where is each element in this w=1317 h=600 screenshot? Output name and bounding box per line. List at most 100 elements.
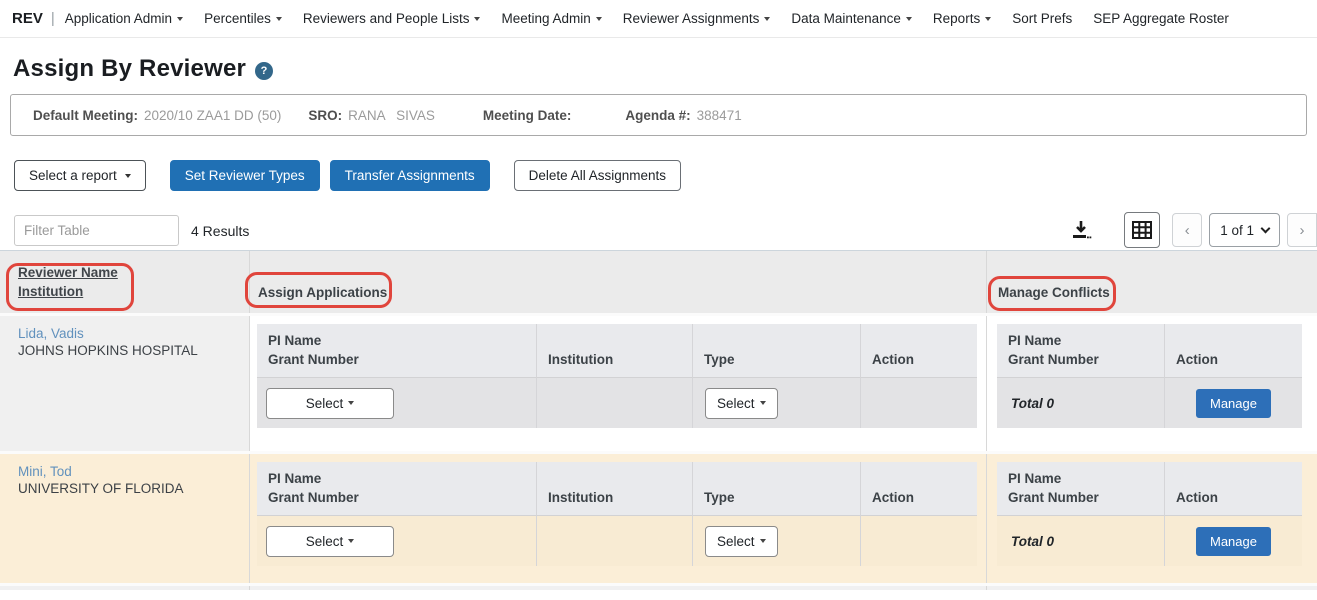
institution-cell: [537, 516, 693, 566]
nav-item-data-maintenance[interactable]: Data Maintenance: [791, 11, 912, 26]
institution-column-header: Institution: [537, 462, 693, 516]
reviewer-header-cell: Reviewer Name Institution: [0, 251, 250, 313]
meeting-date-label: Meeting Date:: [483, 108, 572, 123]
nav-item-sep-aggregate-roster[interactable]: SEP Aggregate Roster: [1093, 11, 1229, 26]
chevron-down-icon: [760, 401, 766, 405]
next-page-button[interactable]: ›: [1287, 213, 1317, 247]
chevron-down-icon: [474, 17, 480, 21]
assign-applications-header-cell: Assign Applications: [250, 251, 987, 313]
applications-subtable: PI Name Grant Number Institution Type Ac…: [257, 462, 977, 566]
manage-conflicts-cell: PI Name Grant Number Action Total 0 Mana…: [987, 454, 1317, 583]
manage-conflicts-button[interactable]: Manage: [1196, 389, 1271, 418]
pi-grant-column-header: PI Name Grant Number: [997, 462, 1165, 516]
reviewer-name-link[interactable]: Lida, Vadis: [18, 326, 84, 341]
meeting-info-bar: Default Meeting: 2020/10 ZAA1 DD (50) SR…: [10, 94, 1307, 136]
action-column-header: Action: [861, 462, 977, 516]
pi-grant-cell: Select: [257, 378, 537, 428]
conflicts-subtable: PI Name Grant Number Action Total 0 Mana…: [997, 324, 1302, 428]
table-row: Lida, Vadis JOHNS HOPKINS HOSPITAL PI Na…: [0, 313, 1317, 451]
default-meeting-label: Default Meeting:: [33, 108, 138, 123]
nav-divider: |: [51, 10, 55, 27]
meeting-date-field: Meeting Date:: [483, 108, 578, 123]
type-cell: Select: [693, 516, 861, 566]
chevron-down-icon: [177, 17, 183, 21]
manage-conflicts-header: Manage Conflicts: [998, 285, 1110, 300]
download-icon[interactable]: [1068, 217, 1094, 243]
nav-item-application-admin[interactable]: Application Admin: [65, 11, 183, 26]
transfer-assignments-button[interactable]: Transfer Assignments: [330, 160, 490, 191]
action-column-header: Action: [1165, 462, 1302, 516]
assign-applications-cell: PI Name Grant Number Institution Type Ac…: [250, 316, 987, 451]
nav-item-reports[interactable]: Reports: [933, 11, 991, 26]
type-cell: Select: [693, 378, 861, 428]
subtable-header-row: PI Name Grant Number Institution Type Ac…: [257, 324, 977, 378]
reviewer-cell: Mini, Tod UNIVERSITY OF FLORIDA: [0, 454, 250, 583]
delete-all-assignments-button[interactable]: Delete All Assignments: [514, 160, 681, 191]
sro-field: SRO: RANA SIVAS: [308, 108, 435, 123]
conflicts-action-cell: Manage: [1165, 378, 1302, 428]
chevron-down-icon: [348, 539, 354, 543]
previous-page-button[interactable]: ‹: [1172, 213, 1202, 247]
reviewer-name-link[interactable]: Mini, Tod: [18, 464, 72, 479]
table-header-row: Reviewer Name Institution Assign Applica…: [0, 251, 1317, 313]
action-column-header: Action: [861, 324, 977, 378]
type-column-header: Type: [693, 462, 861, 516]
default-meeting-field: Default Meeting: 2020/10 ZAA1 DD (50): [33, 108, 281, 123]
conflicts-subtable: PI Name Grant Number Action Total 0 Mana…: [997, 462, 1302, 566]
application-select-dropdown[interactable]: Select: [266, 526, 394, 557]
action-column-header: Action: [1165, 324, 1302, 378]
pi-grant-cell: Select: [257, 516, 537, 566]
agenda-field: Agenda #: 388471: [625, 108, 741, 123]
conflicts-total: Total 0: [997, 396, 1054, 411]
reviewer-institution: JOHNS HOPKINS HOSPITAL: [18, 343, 249, 358]
pi-grant-column-header: PI Name Grant Number: [257, 462, 537, 516]
type-column-header: Type: [693, 324, 861, 378]
institution-cell: [537, 378, 693, 428]
application-select-dropdown[interactable]: Select: [266, 388, 394, 419]
assign-applications-header: Assign Applications: [258, 285, 387, 300]
sro-value: RANA SIVAS: [348, 108, 435, 123]
top-nav: REV | Application Admin Percentiles Revi…: [0, 0, 1317, 38]
help-icon[interactable]: ?: [255, 62, 273, 80]
page-select[interactable]: 1 of 1: [1209, 213, 1280, 247]
chevron-down-icon: [348, 401, 354, 405]
sort-reviewer-name-link[interactable]: Reviewer Name: [18, 263, 118, 282]
table-row: Mini, Tod UNIVERSITY OF FLORIDA PI Name …: [0, 451, 1317, 583]
nav-item-sort-prefs[interactable]: Sort Prefs: [1012, 11, 1072, 26]
subtable-body-row: Select Select: [257, 516, 977, 566]
chevron-down-icon: [1261, 223, 1271, 233]
select-report-dropdown[interactable]: Select a report: [14, 160, 146, 191]
action-cell: [861, 516, 977, 566]
filter-table-input[interactable]: [14, 215, 179, 246]
assign-applications-cell: PI Name Grant Number Institution Type Ac…: [250, 454, 987, 583]
manage-conflicts-header-cell: Manage Conflicts: [987, 251, 1317, 313]
nav-item-reviewer-assignments[interactable]: Reviewer Assignments: [623, 11, 771, 26]
nav-item-reviewers-people-lists[interactable]: Reviewers and People Lists: [303, 11, 481, 26]
nav-item-meeting-admin[interactable]: Meeting Admin: [501, 11, 601, 26]
pi-grant-column-header: PI Name Grant Number: [257, 324, 537, 378]
agenda-value: 388471: [697, 108, 742, 123]
conflicts-total: Total 0: [997, 534, 1054, 549]
sort-institution-link[interactable]: Institution: [18, 282, 83, 301]
chevron-down-icon: [764, 17, 770, 21]
action-cell: [861, 378, 977, 428]
conflicts-header-row: PI Name Grant Number Action: [997, 324, 1302, 378]
type-select-dropdown[interactable]: Select: [705, 388, 778, 419]
conflicts-total-cell: Total 0: [997, 378, 1165, 428]
nav-item-percentiles[interactable]: Percentiles: [204, 11, 282, 26]
conflicts-total-cell: Total 0: [997, 516, 1165, 566]
manage-conflicts-button[interactable]: Manage: [1196, 527, 1271, 556]
chevron-down-icon: [276, 17, 282, 21]
pi-grant-column-header: PI Name Grant Number: [997, 324, 1165, 378]
table-grid-icon[interactable]: [1124, 212, 1160, 248]
filter-row: 4 Results ‹ 1 of 1 ›: [14, 215, 1317, 246]
table-row: [0, 583, 1317, 590]
type-select-dropdown[interactable]: Select: [705, 526, 778, 557]
table-controls: ‹ 1 of 1 ›: [1068, 212, 1317, 248]
assignments-table: Reviewer Name Institution Assign Applica…: [0, 250, 1317, 590]
conflicts-header-row: PI Name Grant Number Action: [997, 462, 1302, 516]
assign-by-reviewer-page: REV | Application Admin Percentiles Revi…: [0, 0, 1317, 600]
set-reviewer-types-button[interactable]: Set Reviewer Types: [170, 160, 320, 191]
conflicts-body-row: Total 0 Manage: [997, 516, 1302, 566]
institution-column-header: Institution: [537, 324, 693, 378]
